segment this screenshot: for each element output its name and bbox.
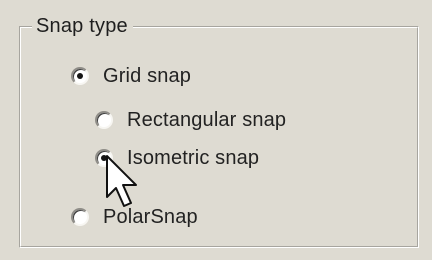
isometric-snap-radio[interactable]: [95, 149, 113, 167]
rectangular-snap-option[interactable]: Rectangular snap: [95, 108, 286, 132]
snap-type-legend: Snap type: [32, 14, 133, 38]
isometric-snap-label: Isometric snap: [127, 147, 260, 169]
rectangular-snap-label: Rectangular snap: [127, 109, 287, 131]
grid-snap-radio[interactable]: [71, 67, 89, 85]
grid-snap-option[interactable]: Grid snap: [71, 64, 191, 88]
isometric-snap-option[interactable]: Isometric snap: [95, 146, 259, 170]
snap-settings-panel: Snap type Grid snap Rectangular snap Iso…: [0, 0, 432, 260]
grid-snap-label: Grid snap: [103, 65, 192, 87]
rectangular-snap-radio[interactable]: [95, 111, 113, 129]
polarsnap-label: PolarSnap: [103, 206, 198, 228]
polarsnap-radio[interactable]: [71, 208, 89, 226]
polarsnap-option[interactable]: PolarSnap: [71, 205, 198, 229]
